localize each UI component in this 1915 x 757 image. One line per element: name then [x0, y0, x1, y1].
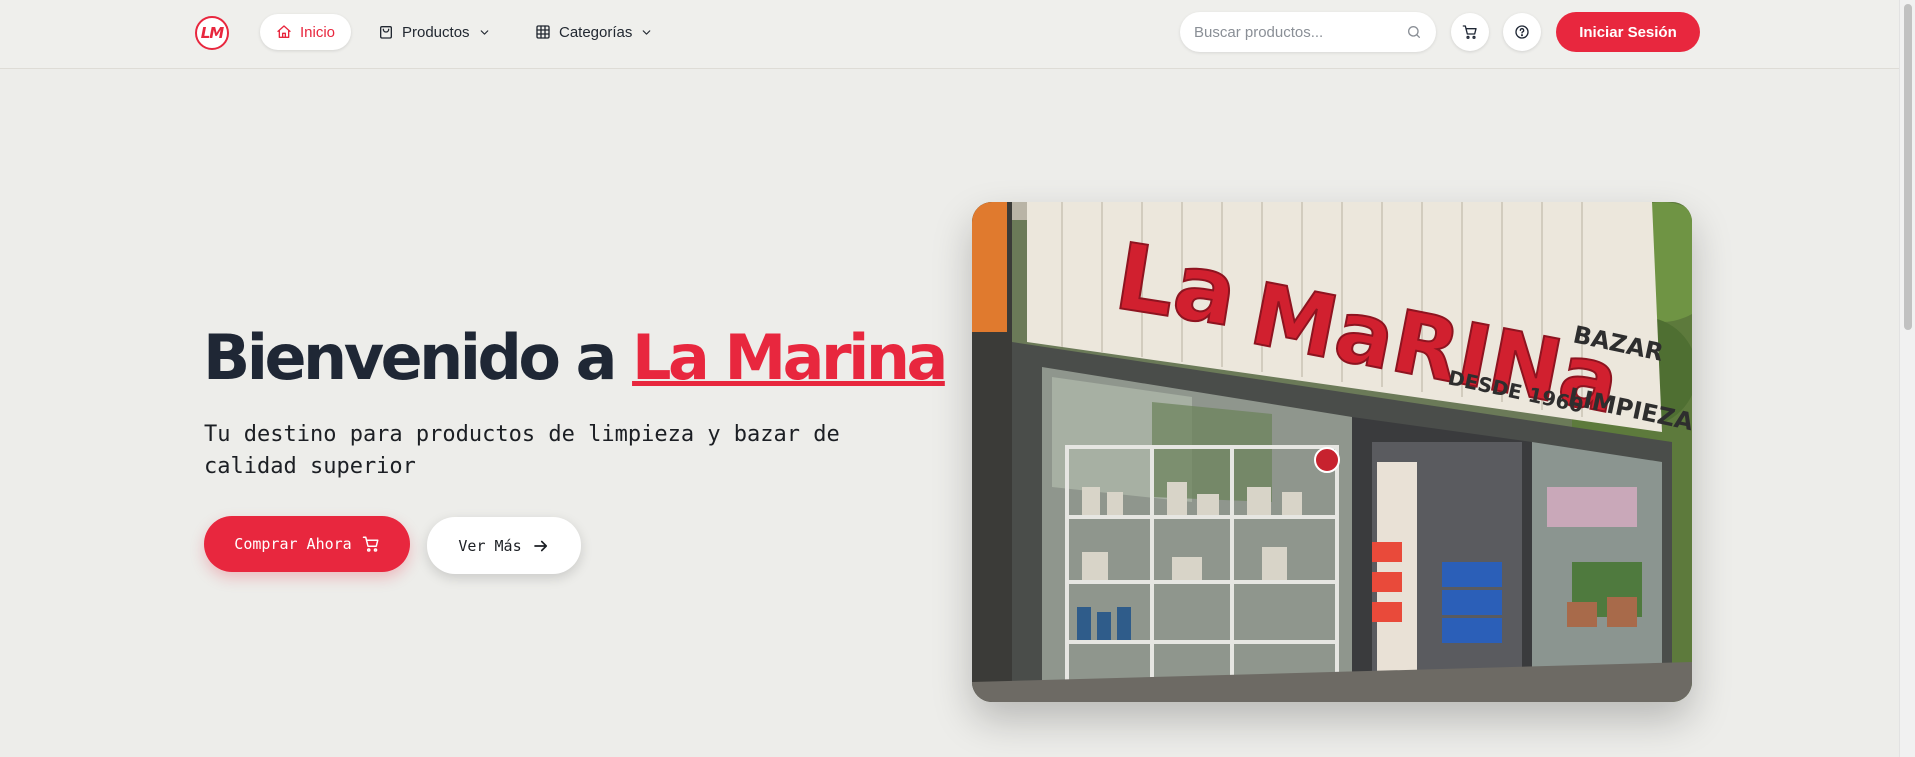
- see-more-button[interactable]: Ver Más: [427, 517, 581, 574]
- cart-icon: [362, 536, 379, 552]
- help-circle-icon: [1515, 25, 1529, 39]
- home-icon: [277, 25, 291, 38]
- cart-button[interactable]: [1451, 13, 1489, 51]
- logo-text: LM: [200, 24, 224, 42]
- shop-now-button[interactable]: Comprar Ahora: [204, 516, 410, 572]
- help-button[interactable]: [1503, 13, 1541, 51]
- chevron-down-icon: [480, 29, 488, 35]
- shop-now-label: Comprar Ahora: [234, 535, 352, 553]
- top-navbar: LM Inicio Productos Categorías Buscar pr…: [0, 0, 1899, 69]
- logo[interactable]: LM: [195, 16, 229, 50]
- storefront-sign-la: La: [1109, 223, 1245, 348]
- see-more-label: Ver Más: [458, 536, 522, 555]
- hero-title: Bienvenido a La Marina: [203, 318, 948, 398]
- nav-item-categorias[interactable]: Categorías: [519, 14, 669, 50]
- nav-item-label: Categorías: [559, 23, 633, 41]
- nav-item-label: Productos: [402, 23, 470, 41]
- scrollbar-thumb[interactable]: [1904, 4, 1912, 330]
- hero-subtitle: Tu destino para productos de limpieza y …: [204, 422, 840, 479]
- nav-item-inicio[interactable]: Inicio: [260, 14, 352, 50]
- arrow-right-icon: [533, 540, 547, 551]
- nav-item-label: Inicio: [300, 23, 336, 41]
- hero-title-prefix: Bienvenido a: [203, 321, 633, 394]
- search-input[interactable]: [1194, 23, 1394, 41]
- nav-item-productos[interactable]: Productos: [362, 14, 507, 50]
- bag-icon: [380, 25, 392, 39]
- search-box: [1180, 12, 1436, 52]
- hero-title-brand: La Marina: [632, 321, 948, 394]
- page-scrollbar[interactable]: [1899, 0, 1915, 757]
- search-icon[interactable]: [1406, 24, 1422, 40]
- cart-icon: [1462, 25, 1477, 39]
- grid-icon: [536, 25, 550, 39]
- storefront-photo: La MaRINa BAZAR LIMPIEZA DESDE 1960: [972, 202, 1692, 702]
- chevron-down-icon: [643, 29, 651, 35]
- login-button[interactable]: Iniciar Sesión: [1556, 12, 1700, 52]
